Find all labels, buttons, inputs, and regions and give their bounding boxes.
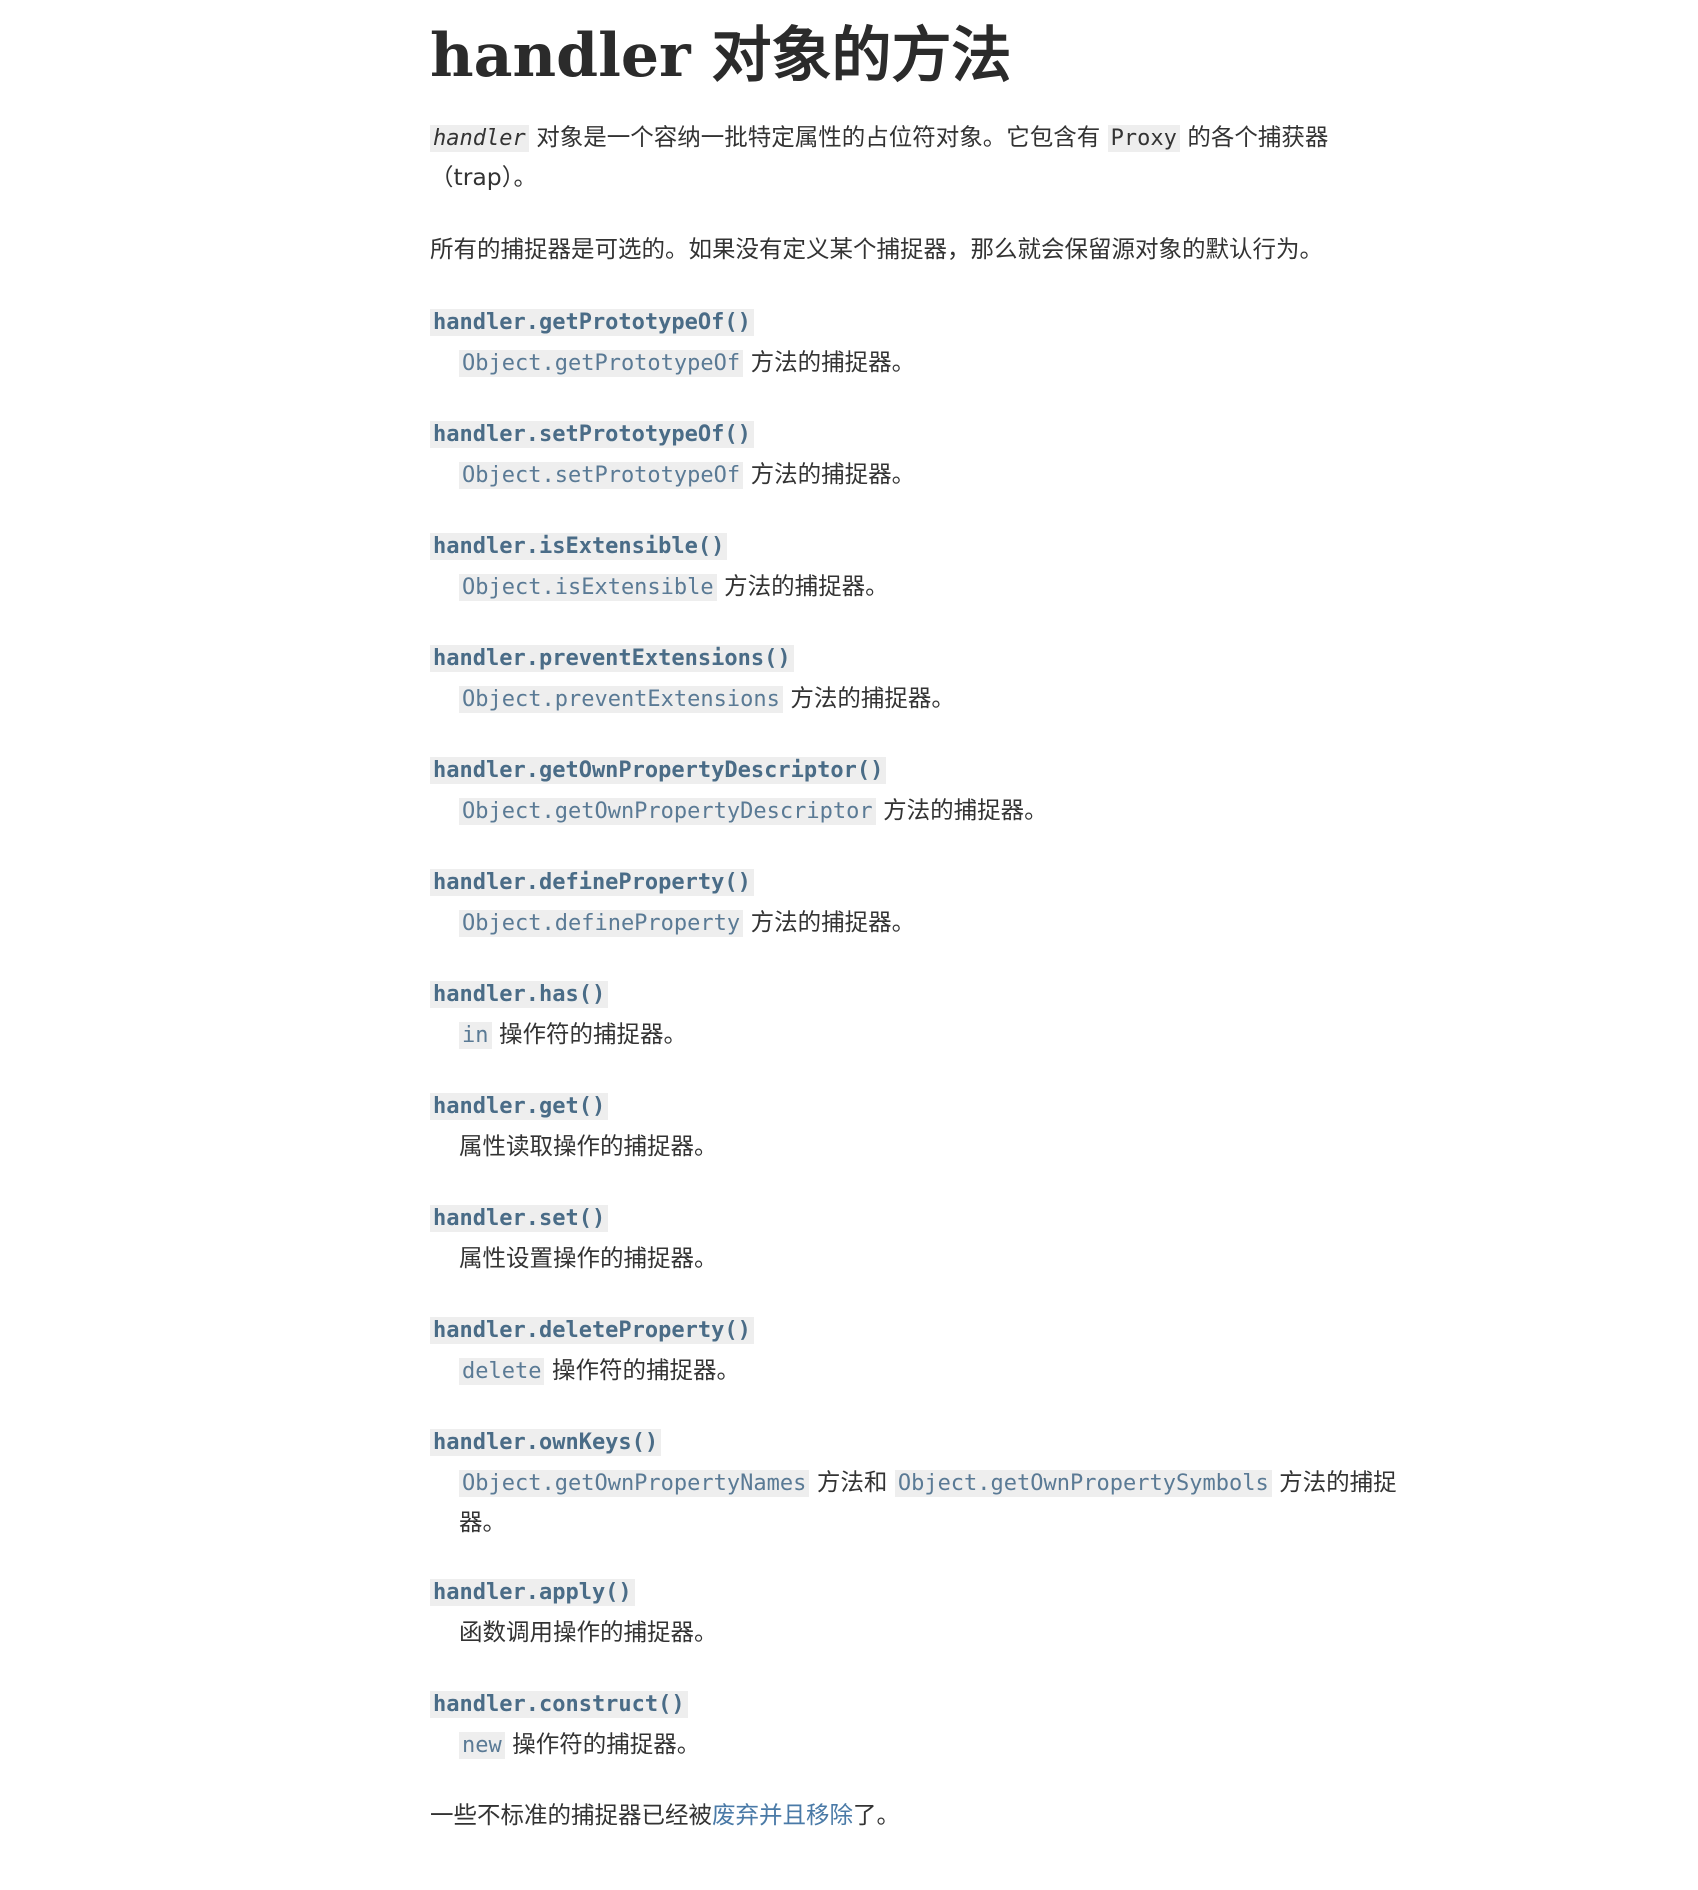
trap-entry-get: handler.get() 属性读取操作的捕捉器。 (430, 1088, 1430, 1200)
trap-description: 属性读取操作的捕捉器。 (459, 1132, 718, 1160)
trap-desc-code-2[interactable]: Object.getOwnPropertySymbols (894, 1470, 1272, 1497)
deprecated-text-1: 一些不标准的捕捉器已经被 (430, 1801, 712, 1829)
trap-desc-code[interactable]: new (459, 1732, 505, 1759)
trap-list: handler.getPrototypeOf() Object.getProto… (430, 304, 1430, 1798)
trap-description: Object.getOwnPropertyNames 方法和 Object.ge… (459, 1468, 1397, 1536)
trap-description: 属性设置操作的捕捉器。 (459, 1244, 718, 1272)
trap-entry-ownkeys: handler.ownKeys() Object.getOwnPropertyN… (430, 1424, 1430, 1574)
trap-term[interactable]: handler.construct() (430, 1686, 1430, 1725)
intro-code-handler: handler (430, 125, 529, 152)
intro-code-proxy: Proxy (1107, 125, 1180, 152)
trap-entry-apply: handler.apply() 函数调用操作的捕捉器。 (430, 1574, 1430, 1686)
trap-term[interactable]: handler.getOwnPropertyDescriptor() (430, 752, 1430, 791)
deprecated-text-2: 了。 (853, 1801, 900, 1829)
trap-entry-isextensible: handler.isExtensible() Object.isExtensib… (430, 528, 1430, 640)
optional-traps-note: 所有的捕捉器是可选的。如果没有定义某个捕捉器，那么就会保留源对象的默认行为。 (430, 235, 1323, 263)
trap-entry-construct: handler.construct() new 操作符的捕捉器。 (430, 1686, 1430, 1798)
trap-desc-code[interactable]: Object.setPrototypeOf (459, 462, 744, 489)
trap-term[interactable]: handler.getPrototypeOf() (430, 304, 1430, 343)
trap-term[interactable]: handler.get() (430, 1088, 1430, 1127)
trap-description: Object.preventExtensions 方法的捕捉器。 (430, 679, 1439, 719)
trap-entry-deleteproperty: handler.deleteProperty() delete 操作符的捕捉器。 (430, 1312, 1430, 1424)
trap-description: delete 操作符的捕捉器。 (430, 1351, 1439, 1391)
trap-entry-has: handler.has() in 操作符的捕捉器。 (430, 976, 1430, 1088)
trap-term[interactable]: handler.isExtensible() (430, 528, 1430, 567)
trap-entry-set: handler.set() 属性设置操作的捕捉器。 (430, 1200, 1430, 1312)
trap-term[interactable]: handler.ownKeys() (430, 1424, 1430, 1463)
deprecated-note: 一些不标准的捕捉器已经被废弃并且移除了。 (430, 1796, 900, 1834)
trap-desc-code[interactable]: Object.isExtensible (459, 574, 717, 601)
trap-desc-code[interactable]: delete (459, 1358, 545, 1385)
trap-term[interactable]: handler.has() (430, 976, 1430, 1015)
trap-entry-preventextensions: handler.preventExtensions() Object.preve… (430, 640, 1430, 752)
trap-description: Object.getOwnPropertyDescriptor 方法的捕捉器。 (430, 791, 1439, 831)
trap-term[interactable]: handler.setPrototypeOf() (430, 416, 1430, 455)
trap-desc-code[interactable]: Object.getOwnPropertyNames (459, 1470, 810, 1497)
page-title: handler 对象的方法 (430, 21, 1012, 91)
trap-term[interactable]: handler.deleteProperty() (430, 1312, 1430, 1351)
trap-entry-defineproperty: handler.defineProperty() Object.definePr… (430, 864, 1430, 976)
trap-entry-getownpropertydescriptor: handler.getOwnPropertyDescriptor() Objec… (430, 752, 1430, 864)
trap-description: 函数调用操作的捕捉器。 (459, 1618, 718, 1646)
trap-term[interactable]: handler.defineProperty() (430, 864, 1430, 903)
trap-description: Object.defineProperty 方法的捕捉器。 (430, 903, 1439, 943)
trap-description: new 操作符的捕捉器。 (430, 1725, 1439, 1765)
trap-desc-code[interactable]: Object.getOwnPropertyDescriptor (459, 798, 876, 825)
trap-term[interactable]: handler.preventExtensions() (430, 640, 1430, 679)
trap-desc-code[interactable]: Object.preventExtensions (459, 686, 783, 713)
trap-desc-code[interactable]: Object.defineProperty (459, 910, 744, 937)
trap-term[interactable]: handler.apply() (430, 1574, 1430, 1613)
trap-description: Object.getPrototypeOf 方法的捕捉器。 (430, 343, 1439, 383)
trap-entry-getprototypeof: handler.getPrototypeOf() Object.getProto… (430, 304, 1430, 416)
trap-term[interactable]: handler.set() (430, 1200, 1430, 1239)
intro-paragraph: handler 对象是一个容纳一批特定属性的占位符对象。它包含有 Proxy 的… (430, 118, 1390, 196)
intro-text-1: 对象是一个容纳一批特定属性的占位符对象。它包含有 (528, 123, 1108, 151)
trap-desc-code[interactable]: Object.getPrototypeOf (459, 350, 744, 377)
trap-description: in 操作符的捕捉器。 (430, 1015, 1439, 1055)
trap-desc-code[interactable]: in (459, 1022, 492, 1049)
trap-description: Object.isExtensible 方法的捕捉器。 (430, 567, 1439, 607)
deprecated-link[interactable]: 废弃并且移除 (712, 1801, 853, 1829)
trap-description: Object.setPrototypeOf 方法的捕捉器。 (430, 455, 1439, 495)
trap-entry-setprototypeof: handler.setPrototypeOf() Object.setProto… (430, 416, 1430, 528)
